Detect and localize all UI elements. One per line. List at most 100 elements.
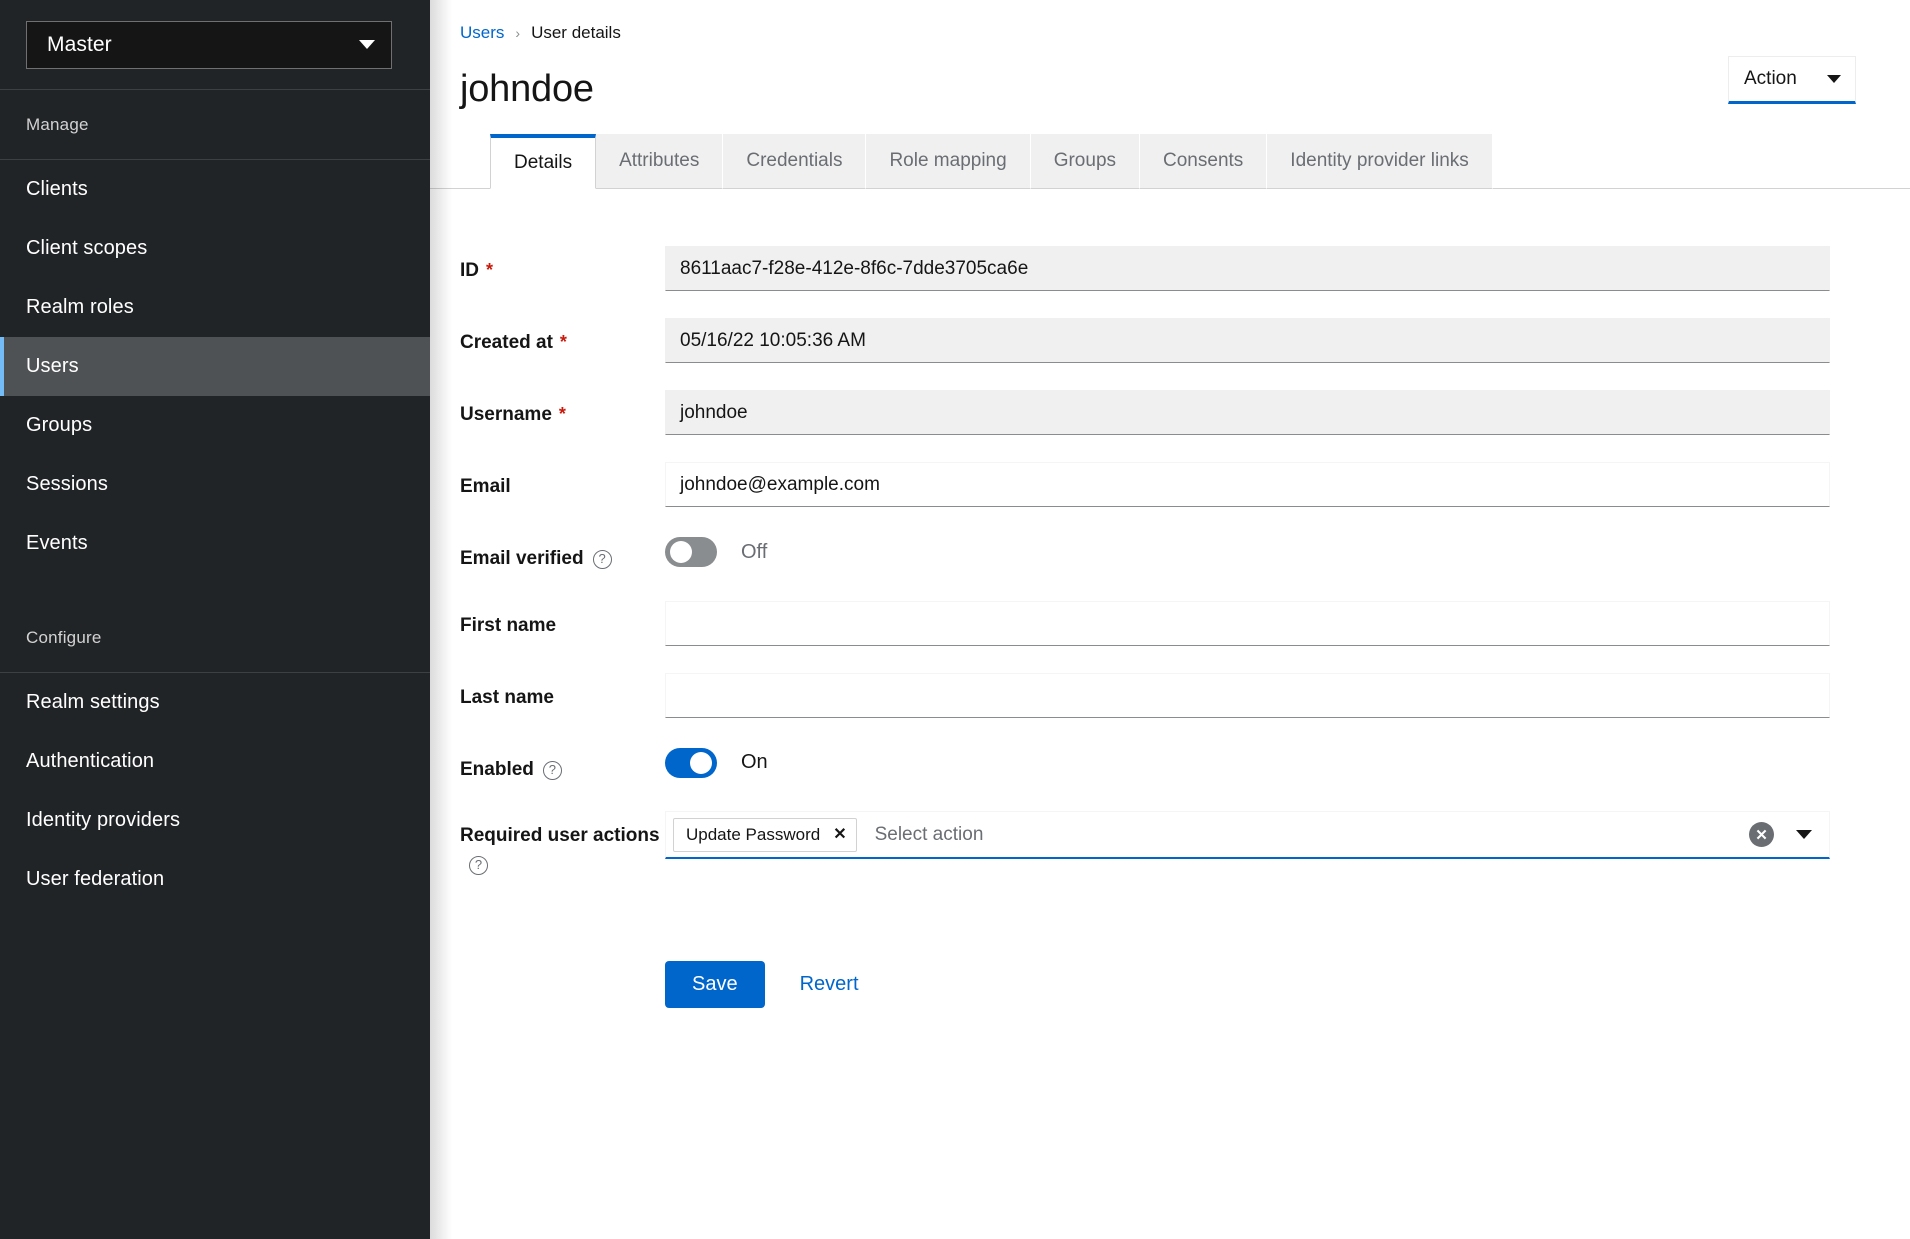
label-email-text: Email	[460, 476, 511, 497]
help-icon[interactable]: ?	[543, 761, 562, 780]
form-row-email: Email johndoe@example.com	[430, 462, 1910, 507]
enabled-toggle[interactable]	[665, 748, 717, 778]
tab-groups[interactable]: Groups	[1031, 134, 1140, 189]
form-row-first-name: First name	[430, 601, 1910, 646]
tab-list: Details Attributes Credentials Role mapp…	[490, 134, 1910, 189]
required-indicator: *	[560, 332, 567, 352]
tab-credentials[interactable]: Credentials	[723, 134, 866, 189]
sidebar-item-client-scopes[interactable]: Client scopes	[0, 219, 430, 278]
email-input[interactable]: johndoe@example.com	[665, 462, 1830, 507]
caret-down-icon[interactable]	[1796, 830, 1812, 839]
field-area-last-name	[665, 673, 1830, 718]
chip-update-password: Update Password ✕	[673, 818, 857, 852]
email-verified-toggle[interactable]	[665, 537, 717, 567]
form-actions: Save Revert	[430, 961, 1910, 1008]
tab-role-mapping[interactable]: Role mapping	[866, 134, 1030, 189]
nav-list-manage: Clients Client scopes Realm roles Users …	[0, 160, 430, 573]
tabs-bar: Details Attributes Credentials Role mapp…	[430, 134, 1910, 189]
first-name-input[interactable]	[665, 601, 1830, 646]
realm-selector[interactable]: Master	[26, 21, 392, 69]
field-area-email: johndoe@example.com	[665, 462, 1830, 507]
form-row-required-user-actions: Required user actions? Update Password ✕…	[430, 811, 1910, 879]
email-verified-state-label: Off	[741, 541, 767, 564]
enabled-switch-row: On	[665, 745, 1830, 778]
field-area-enabled: On	[665, 745, 1830, 778]
label-last-name-text: Last name	[460, 687, 554, 708]
main-content: Users › User details johndoe Action Deta…	[430, 0, 1910, 1239]
label-last-name: Last name	[460, 673, 665, 713]
realm-selector-value: Master	[47, 33, 112, 57]
label-username-text: Username	[460, 404, 552, 425]
tab-identity-provider-links[interactable]: Identity provider links	[1267, 134, 1492, 189]
sidebar-item-clients[interactable]: Clients	[0, 160, 430, 219]
label-required-user-actions-text: Required user actions	[460, 825, 660, 846]
title-row: johndoe Action	[460, 70, 1880, 108]
id-input: 8611aac7-f28e-412e-8f6c-7dde3705ca6e	[665, 246, 1830, 291]
action-dropdown[interactable]: Action	[1728, 56, 1856, 104]
sidebar-item-events[interactable]: Events	[0, 514, 430, 573]
sidebar-item-authentication[interactable]: Authentication	[0, 732, 430, 791]
label-first-name: First name	[460, 601, 665, 641]
email-verified-switch-row: Off	[665, 534, 1830, 567]
label-email-verified-text: Email verified	[460, 548, 584, 569]
tab-details[interactable]: Details	[490, 134, 596, 189]
save-button[interactable]: Save	[665, 961, 765, 1008]
keycloak-admin-console: Master Manage Clients Client scopes Real…	[0, 0, 1910, 1239]
label-email: Email	[460, 462, 665, 502]
chip-remove-icon[interactable]: ✕	[833, 827, 846, 843]
form-row-last-name: Last name	[430, 673, 1910, 718]
form-row-id: ID* 8611aac7-f28e-412e-8f6c-7dde3705ca6e	[430, 246, 1910, 291]
nav-list-configure: Realm settings Authentication Identity p…	[0, 673, 430, 909]
form-row-email-verified: Email verified? Off	[430, 534, 1910, 574]
realm-selector-container: Master	[0, 0, 430, 90]
last-name-input[interactable]	[665, 673, 1830, 718]
label-enabled: Enabled?	[460, 745, 665, 785]
label-email-verified: Email verified?	[460, 534, 665, 574]
sidebar-item-realm-settings[interactable]: Realm settings	[0, 673, 430, 732]
page-header: Users › User details johndoe Action	[430, 0, 1910, 108]
field-area-email-verified: Off	[665, 534, 1830, 567]
revert-button[interactable]: Revert	[782, 973, 877, 996]
field-area-required-user-actions: Update Password ✕ Select action ✕	[665, 811, 1830, 859]
sidebar-item-identity-providers[interactable]: Identity providers	[0, 791, 430, 850]
label-id-text: ID	[460, 260, 479, 281]
field-area-username: johndoe	[665, 390, 1830, 435]
help-icon[interactable]: ?	[469, 856, 488, 875]
form-row-username: Username * johndoe	[430, 390, 1910, 435]
breadcrumb-link-users[interactable]: Users	[460, 23, 504, 43]
chevron-down-icon	[359, 40, 375, 49]
required-user-actions-select[interactable]: Update Password ✕ Select action ✕	[665, 811, 1830, 859]
tab-consents[interactable]: Consents	[1140, 134, 1267, 189]
sidebar-item-user-federation[interactable]: User federation	[0, 850, 430, 909]
breadcrumb-current: User details	[531, 23, 621, 43]
form-row-enabled: Enabled? On	[430, 745, 1910, 785]
toggle-knob	[690, 752, 712, 774]
action-dropdown-label: Action	[1744, 68, 1797, 90]
page-title: johndoe	[460, 70, 594, 108]
label-id: ID*	[460, 246, 665, 286]
username-input: johndoe	[665, 390, 1830, 435]
nav-section-title-configure: Configure	[0, 603, 430, 673]
sidebar-item-groups[interactable]: Groups	[0, 396, 430, 455]
tab-attributes[interactable]: Attributes	[596, 134, 723, 189]
label-enabled-text: Enabled	[460, 759, 534, 780]
enabled-state-label: On	[741, 751, 768, 774]
breadcrumb-separator-icon: ›	[515, 26, 520, 40]
help-icon[interactable]: ?	[593, 550, 612, 569]
sidebar-item-users[interactable]: Users	[0, 337, 430, 396]
required-indicator: *	[559, 404, 566, 424]
breadcrumb: Users › User details	[460, 22, 1880, 44]
clear-all-icon[interactable]: ✕	[1749, 822, 1774, 847]
label-created-at-text: Created at	[460, 332, 553, 353]
caret-down-icon	[1827, 75, 1841, 83]
sidebar-item-realm-roles[interactable]: Realm roles	[0, 278, 430, 337]
label-username: Username *	[460, 390, 665, 430]
required-user-actions-input[interactable]: Select action	[861, 824, 1749, 846]
label-created-at: Created at *	[460, 318, 665, 358]
label-first-name-text: First name	[460, 615, 556, 636]
form-row-created-at: Created at * 05/16/22 10:05:36 AM	[430, 318, 1910, 363]
created-at-input: 05/16/22 10:05:36 AM	[665, 318, 1830, 363]
label-required-user-actions: Required user actions?	[460, 811, 665, 879]
sidebar-item-sessions[interactable]: Sessions	[0, 455, 430, 514]
field-area-first-name	[665, 601, 1830, 646]
